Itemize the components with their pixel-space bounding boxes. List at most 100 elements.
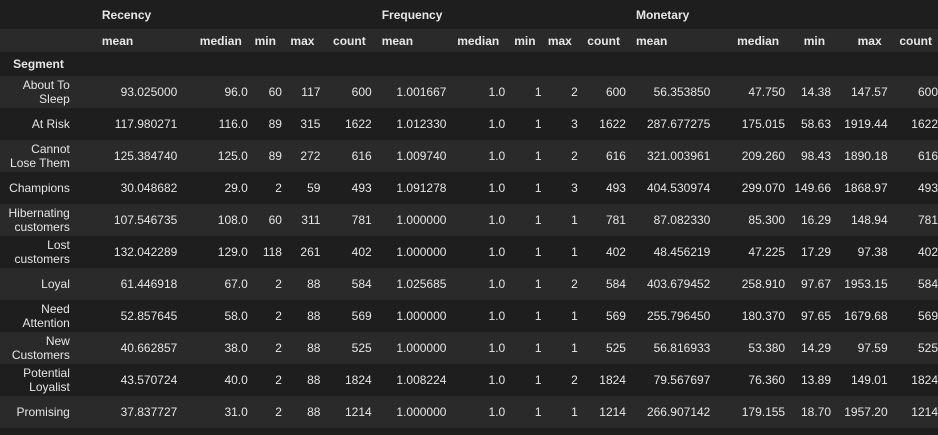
table-row: Champions 30.048682 29.0 2 59 493 1.091278 1.0 1… <box>0 172 938 204</box>
frequency-count-cell: 1214 <box>577 396 626 428</box>
monetary-count-cell: 616 <box>887 140 938 172</box>
recency-max-cell: 88 <box>281 364 321 396</box>
frequency-count-cell: 616 <box>577 140 626 172</box>
segment-label: Hibernating customers <box>0 204 92 236</box>
recency-count-cell: 402 <box>320 236 372 268</box>
stat-corner-cell <box>0 29 92 52</box>
index-row-blank <box>91 52 938 76</box>
frequency-mean-cell: 1.025685 <box>371 268 447 300</box>
monetary-max-cell: 97.59 <box>831 332 888 364</box>
recency-mean-cell: 117.980271 <box>91 108 178 140</box>
monetary-mean-cell: 404.530974 <box>625 172 711 204</box>
frequency-median-cell: 1.0 <box>446 236 506 268</box>
recency-mean-cell: 30.048682 <box>91 172 178 204</box>
monetary-mean-cell: 403.679452 <box>625 268 711 300</box>
stat-header-m-max: max <box>831 29 888 52</box>
recency-count-cell: 1214 <box>320 396 372 428</box>
monetary-mean-cell: 287.677275 <box>625 108 711 140</box>
frequency-mean-cell: 1.001667 <box>371 76 447 108</box>
frequency-mean-cell: 1.091278 <box>371 172 447 204</box>
frequency-min-cell: 1 <box>505 204 542 236</box>
table-row: About To Sleep 93.025000 96.0 60 117 600 1.0016… <box>0 76 938 108</box>
frequency-max-cell: 1 <box>541 332 578 364</box>
frequency-min-cell: 1 <box>505 396 542 428</box>
recency-mean-cell: 93.025000 <box>91 76 178 108</box>
frequency-median-cell: 1.0 <box>446 300 506 332</box>
frequency-median-cell: 1.0 <box>446 108 506 140</box>
stat-header-r-median: median <box>177 29 248 52</box>
recency-min-cell: 60 <box>247 76 282 108</box>
monetary-min-cell: 98.43 <box>785 140 832 172</box>
monetary-mean-cell: 321.003961 <box>625 140 711 172</box>
frequency-min-cell: 1 <box>505 300 542 332</box>
group-header-monetary: Monetary <box>625 0 938 29</box>
group-header-recency: Recency <box>91 0 372 29</box>
frequency-median-cell: 1.0 <box>446 332 506 364</box>
frequency-median-cell: 1.0 <box>446 172 506 204</box>
recency-min-cell: 60 <box>247 204 282 236</box>
recency-median-cell: 31.0 <box>177 396 248 428</box>
table-row: Cannot Lose Them 125.384740 125.0 89 272 616 1.… <box>0 140 938 172</box>
table-row: Potential Loyalist 43.570724 40.0 2 88 1824 1.0… <box>0 364 938 396</box>
monetary-median-cell: 180.370 <box>710 300 786 332</box>
recency-min-cell: 89 <box>247 140 282 172</box>
monetary-min-cell: 17.29 <box>785 236 832 268</box>
table-row: Loyal 61.446918 67.0 2 88 584 1.025685 1.0 1 2 584… <box>0 268 938 300</box>
monetary-max-cell: 1890.18 <box>831 140 888 172</box>
monetary-median-cell: 299.070 <box>710 172 786 204</box>
monetary-count-cell: 493 <box>887 172 938 204</box>
table-row: Promising 37.837727 31.0 2 88 1214 1.000000 1.0… <box>0 396 938 428</box>
recency-mean-cell: 40.662857 <box>91 332 178 364</box>
monetary-min-cell: 58.63 <box>785 108 832 140</box>
monetary-median-cell: 179.155 <box>710 396 786 428</box>
segment-label: At Risk <box>0 108 92 140</box>
frequency-mean-cell: 1.000000 <box>371 300 447 332</box>
monetary-max-cell: 1957.20 <box>831 396 888 428</box>
monetary-max-cell: 148.94 <box>831 204 888 236</box>
recency-max-cell: 88 <box>281 396 321 428</box>
monetary-count-cell: 584 <box>887 268 938 300</box>
monetary-min-cell: 14.38 <box>785 76 832 108</box>
segment-label: Cannot Lose Them <box>0 140 92 172</box>
frequency-max-cell: 3 <box>541 108 578 140</box>
group-header-frequency: Frequency <box>371 0 626 29</box>
monetary-min-cell: 149.66 <box>785 172 832 204</box>
frequency-count-cell: 600 <box>577 76 626 108</box>
table-row: At Risk 117.980271 116.0 89 315 1622 1.012330 1… <box>0 108 938 140</box>
monetary-median-cell: 53.380 <box>710 332 786 364</box>
monetary-count-cell: 781 <box>887 204 938 236</box>
monetary-median-cell: 76.360 <box>710 364 786 396</box>
stat-header-r-mean: mean <box>91 29 178 52</box>
stat-header-f-median: median <box>446 29 506 52</box>
recency-median-cell: 38.0 <box>177 332 248 364</box>
frequency-median-cell: 1.0 <box>446 268 506 300</box>
recency-count-cell: 569 <box>320 300 372 332</box>
table-row: Lost customers 132.042289 129.0 118 261 402 1.0… <box>0 236 938 268</box>
recency-count-cell: 616 <box>320 140 372 172</box>
frequency-median-cell: 1.0 <box>446 204 506 236</box>
stat-header-m-median: median <box>710 29 786 52</box>
segment-label: Need Attention <box>0 300 92 332</box>
frequency-min-cell: 1 <box>505 364 542 396</box>
monetary-max-cell: 1679.68 <box>831 300 888 332</box>
frequency-max-cell: 2 <box>541 140 578 172</box>
monetary-max-cell: 1919.44 <box>831 108 888 140</box>
recency-max-cell: 88 <box>281 300 321 332</box>
monetary-median-cell: 175.015 <box>710 108 786 140</box>
monetary-mean-cell: 56.816933 <box>625 332 711 364</box>
frequency-mean-cell: 1.008224 <box>371 364 447 396</box>
recency-median-cell: 40.0 <box>177 364 248 396</box>
index-name-row: Segment <box>0 52 938 76</box>
stat-header-m-mean: mean <box>625 29 711 52</box>
recency-max-cell: 88 <box>281 332 321 364</box>
frequency-min-cell: 1 <box>505 172 542 204</box>
monetary-median-cell: 85.300 <box>710 204 786 236</box>
frequency-max-cell: 2 <box>541 76 578 108</box>
frequency-max-cell: 3 <box>541 172 578 204</box>
recency-max-cell: 117 <box>281 76 321 108</box>
monetary-mean-cell: 79.567697 <box>625 364 711 396</box>
frequency-mean-cell: 1.009740 <box>371 140 447 172</box>
segment-label: About To Sleep <box>0 76 92 108</box>
column-group-header-row: Recency Frequency Monetary <box>0 0 938 29</box>
frequency-max-cell: 2 <box>541 268 578 300</box>
